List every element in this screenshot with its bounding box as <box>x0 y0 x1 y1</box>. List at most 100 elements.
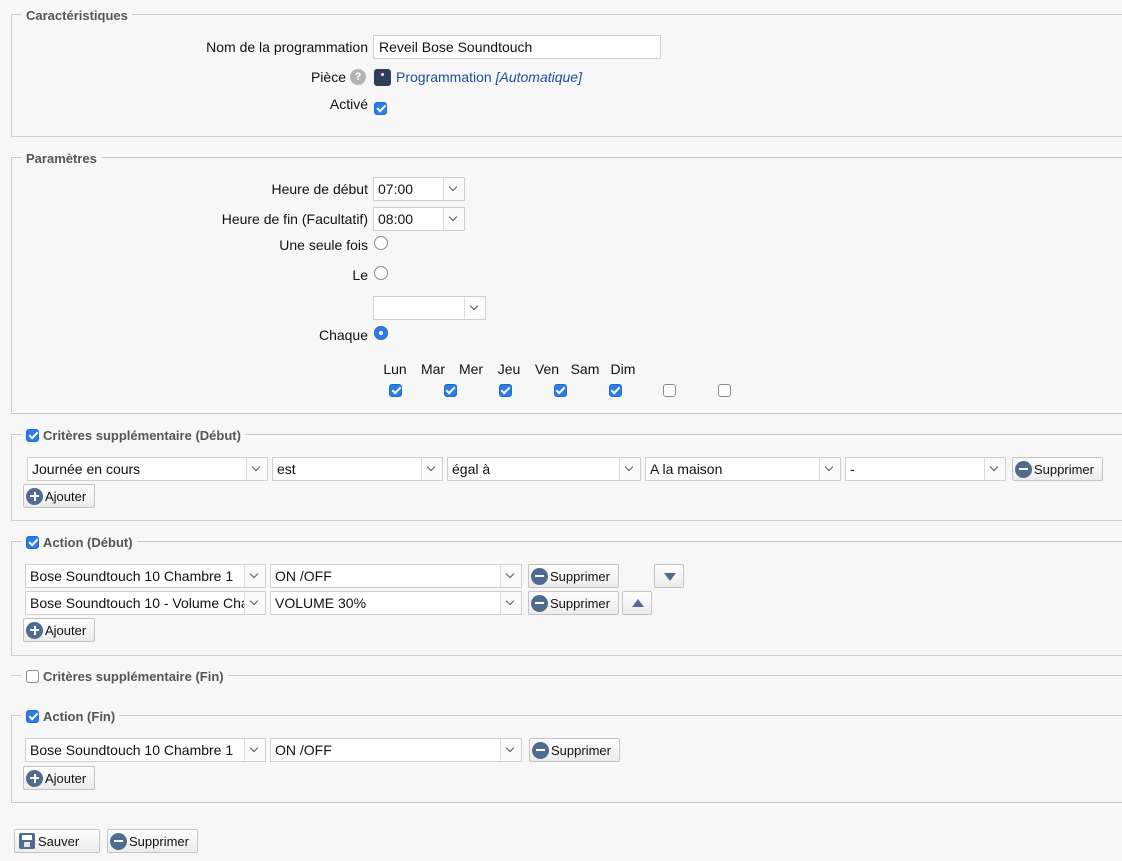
legend-caracteristiques-text: Caractéristiques <box>26 7 128 23</box>
action-fin-delete-label: Supprimer <box>551 742 611 758</box>
criteria-verb-select[interactable]: est <box>272 457 443 481</box>
day-label-dim: Dim <box>610 361 636 377</box>
chevron-down-icon <box>819 458 840 480</box>
active-label: Activé <box>329 96 368 112</box>
criteria-value-select[interactable]: A la maison <box>645 457 841 481</box>
chevron-down-icon <box>421 458 442 480</box>
day-label-sam: Sam <box>570 361 600 377</box>
action-debut-command-value-1: ON /OFF <box>275 568 332 584</box>
legend-action-debut-text: Action (Début) <box>43 534 133 550</box>
action-debut-command-value-2: VOLUME 30% <box>275 595 367 611</box>
action-debut-delete-button-1[interactable]: Supprimer <box>528 564 619 588</box>
chevron-down-icon <box>500 592 521 614</box>
delete-program-button[interactable]: Supprimer <box>107 829 198 853</box>
chevron-down-icon <box>500 565 521 587</box>
criteria-field-value: Journée en cours <box>32 461 141 477</box>
criteria-operator-value: égal à <box>452 461 491 477</box>
move-up-button[interactable] <box>622 591 652 615</box>
legend-action-fin-text: Action (Fin) <box>43 708 116 724</box>
day-checkbox-jeu[interactable] <box>553 383 567 397</box>
room-icon <box>374 69 391 86</box>
start-time-label: Heure de début <box>271 181 368 197</box>
once-radio[interactable] <box>374 236 388 250</box>
legend-criteres-fin-text: Critères supplémentaire (Fin) <box>43 668 224 684</box>
on-date-radio[interactable] <box>374 266 388 280</box>
end-time-select[interactable]: 08:00 <box>373 207 465 231</box>
criteria-operator-select[interactable]: égal à <box>447 457 641 481</box>
criteria-extra-value: - <box>850 461 855 477</box>
each-radio[interactable] <box>374 326 388 340</box>
legend-criteres-fin: Critères supplémentaire (Fin) <box>22 667 228 685</box>
save-button[interactable]: Sauver <box>14 829 100 853</box>
action-fin-delete-button[interactable]: Supprimer <box>529 738 620 762</box>
on-date-label: Le <box>352 267 368 283</box>
help-icon[interactable]: ? <box>350 69 366 85</box>
action-debut-add-button[interactable]: Ajouter <box>23 618 95 642</box>
active-checkbox-wrap <box>374 99 387 115</box>
action-debut-delete-button-2[interactable]: Supprimer <box>528 591 619 615</box>
each-label: Chaque <box>318 327 368 343</box>
action-debut-delete-label-2: Supprimer <box>550 595 610 611</box>
date-select[interactable] <box>373 296 486 320</box>
action-debut-command-select-2[interactable]: VOLUME 30% <box>270 591 522 615</box>
chevron-down-icon <box>464 297 485 319</box>
day-checkbox-dim[interactable] <box>718 383 732 397</box>
delete-program-label: Supprimer <box>129 833 189 849</box>
name-input[interactable]: Reveil Bose Soundtouch <box>373 35 661 59</box>
legend-action-debut: Action (Début) <box>22 533 137 551</box>
minus-icon <box>1015 460 1032 478</box>
chevron-down-icon <box>244 565 265 587</box>
active-checkbox[interactable] <box>374 101 387 115</box>
end-time-label: Heure de fin (Facultatif) <box>221 211 368 227</box>
minus-icon <box>110 832 127 850</box>
criteria-field-select[interactable]: Journée en cours <box>27 457 268 481</box>
minus-icon <box>531 567 548 585</box>
day-checkbox-sam[interactable] <box>663 383 677 397</box>
day-label-lun: Lun <box>383 361 407 377</box>
minus-icon <box>532 741 549 759</box>
day-checkbox-mar[interactable] <box>443 383 457 397</box>
action-debut-checkbox[interactable] <box>26 535 39 549</box>
day-checkbox-mer[interactable] <box>498 383 512 397</box>
name-label: Nom de la programmation <box>206 39 368 55</box>
day-label-ven: Ven <box>534 361 560 377</box>
action-fin-device-value: Bose Soundtouch 10 Chambre 1 <box>30 742 234 758</box>
action-debut-device-value-2: Bose Soundtouch 10 - Volume Chambre 1 <box>30 595 244 611</box>
chevron-down-icon <box>244 739 265 761</box>
save-label: Sauver <box>38 833 80 849</box>
chevron-down-icon <box>246 458 267 480</box>
action-debut-device-select-2[interactable]: Bose Soundtouch 10 - Volume Chambre 1 <box>25 591 266 615</box>
criteria-add-button[interactable]: Ajouter <box>23 484 95 508</box>
legend-parametres: Paramètres <box>22 149 101 167</box>
criteria-delete-button[interactable]: Supprimer <box>1012 457 1103 481</box>
action-fin-device-select[interactable]: Bose Soundtouch 10 Chambre 1 <box>25 738 266 762</box>
legend-caracteristiques: Caractéristiques <box>22 6 132 24</box>
piece-link[interactable]: Programmation <box>396 69 492 85</box>
chevron-down-icon <box>984 458 1005 480</box>
day-checkbox-ven[interactable] <box>608 383 622 397</box>
move-down-button[interactable] <box>654 564 684 588</box>
action-fin-add-button[interactable]: Ajouter <box>23 766 95 790</box>
action-debut-device-select-1[interactable]: Bose Soundtouch 10 Chambre 1 <box>25 564 266 588</box>
criteres-fin-checkbox[interactable] <box>26 669 39 683</box>
action-fin-add-label: Ajouter <box>45 770 87 786</box>
plus-icon <box>26 621 43 639</box>
chevron-down-icon <box>619 458 640 480</box>
action-debut-command-select-1[interactable]: ON /OFF <box>270 564 522 588</box>
start-time-select[interactable]: 07:00 <box>373 177 465 201</box>
action-fin-checkbox[interactable] <box>26 709 39 723</box>
plus-icon <box>26 769 43 787</box>
day-label-mar: Mar <box>420 361 446 377</box>
day-checkbox-lun[interactable] <box>389 383 402 397</box>
criteria-extra-select[interactable]: - <box>845 457 1006 481</box>
criteres-debut-checkbox[interactable] <box>26 428 39 442</box>
legend-criteres-debut-text: Critères supplémentaire (Début) <box>43 427 241 443</box>
piece-value[interactable]: Programmation [Automatique] <box>396 69 582 85</box>
criteria-value-value: A la maison <box>650 461 723 477</box>
criteria-add-label: Ajouter <box>45 488 87 504</box>
chevron-down-icon <box>443 208 464 230</box>
fieldset-criteres-fin: Critères supplémentaire (Fin) <box>11 667 1122 685</box>
action-fin-command-select[interactable]: ON /OFF <box>270 738 522 762</box>
piece-auto: [Automatique] <box>495 69 582 85</box>
legend-parametres-text: Paramètres <box>26 150 97 166</box>
